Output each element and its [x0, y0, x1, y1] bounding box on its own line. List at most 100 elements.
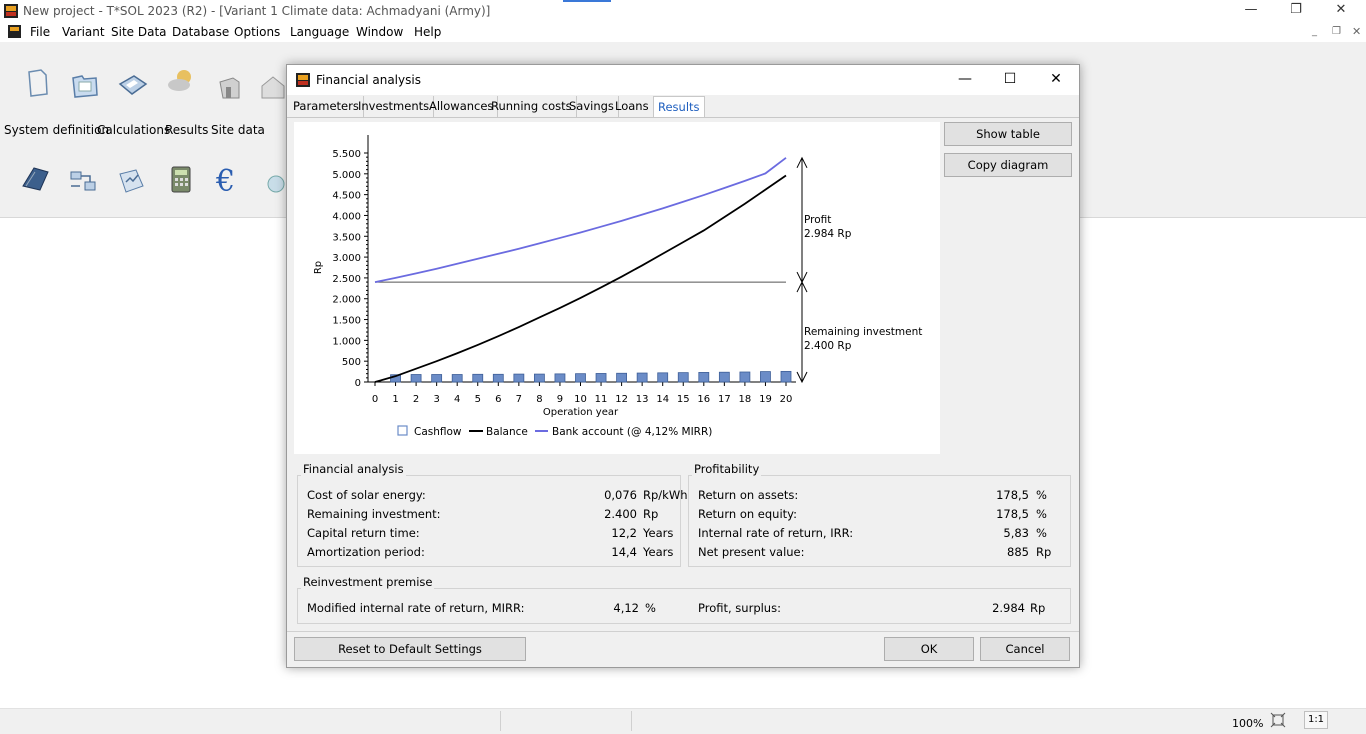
mirr-label: Modified internal rate of return, MIRR: — [307, 601, 525, 615]
pr-row-unit: % — [1036, 526, 1047, 540]
profit-surplus-value: 2.984 — [992, 601, 1025, 615]
cashflow-bar — [451, 374, 463, 383]
ok-button[interactable]: OK — [884, 637, 974, 661]
status-bar: 100% 1:1 — [0, 708, 1366, 734]
cashflow-bar — [492, 373, 504, 383]
y-tick-label: 3.500 — [332, 232, 361, 243]
fa-row-label: Remaining investment: — [307, 507, 441, 521]
y-axis-label: Rp — [313, 261, 324, 274]
menu-help[interactable]: Help — [414, 25, 441, 39]
mirr-value: 4,12 — [613, 601, 639, 615]
y-tick-label: 2.500 — [332, 274, 361, 285]
dialog-close-button[interactable]: ✕ — [1041, 71, 1071, 89]
cashflow-bar — [780, 370, 792, 383]
cashflow-bar — [698, 372, 710, 383]
y-tick-label: 4.000 — [332, 211, 361, 222]
cancel-button[interactable]: Cancel — [980, 637, 1070, 661]
cashflow-bar — [431, 374, 443, 383]
house-icon[interactable] — [258, 72, 288, 102]
climate-data-icon[interactable] — [165, 66, 195, 96]
dialog-footer-divider — [287, 631, 1079, 632]
menu-window[interactable]: Window — [356, 25, 403, 39]
save-icon[interactable] — [118, 70, 148, 100]
new-file-icon[interactable] — [22, 68, 52, 98]
copy-diagram-button[interactable]: Copy diagram — [944, 153, 1072, 177]
menu-options[interactable]: Options — [234, 25, 280, 39]
mdi-close-button[interactable]: ✕ — [1352, 25, 1361, 38]
tab-parameters[interactable]: Parameters — [289, 96, 364, 117]
pr-row-value: 178,5 — [996, 488, 1029, 502]
mdi-minimize-button[interactable]: _ — [1312, 26, 1317, 37]
x-tick-label: 6 — [495, 394, 501, 405]
menu-site-data[interactable]: Site Data — [111, 25, 167, 39]
reset-defaults-button[interactable]: Reset to Default Settings — [294, 637, 526, 661]
reinvestment-title: Reinvestment premise — [301, 575, 435, 589]
tab-investments[interactable]: Investments — [354, 96, 435, 117]
menu-database[interactable]: Database — [172, 25, 229, 39]
mode-system-definition[interactable]: System definition — [4, 123, 109, 137]
calculator-icon[interactable] — [166, 164, 196, 194]
app-restore-button[interactable]: ❐ — [1273, 2, 1319, 20]
dialog-title: Financial analysis — [316, 73, 421, 87]
y-tick-label: 2.000 — [332, 295, 361, 306]
menu-bar: File Variant Site Data Database Options … — [0, 22, 1366, 42]
x-tick-label: 7 — [516, 394, 522, 405]
pr-row-label: Return on assets: — [698, 488, 799, 502]
x-tick-label: 19 — [759, 394, 772, 405]
legend-balance: Balance — [486, 426, 528, 438]
show-table-button[interactable]: Show table — [944, 122, 1072, 146]
fit-screen-icon[interactable] — [1270, 712, 1286, 728]
y-tick-label: 1.000 — [332, 336, 361, 347]
mode-site-data[interactable]: Site data — [211, 123, 265, 137]
tab-loans[interactable]: Loans — [611, 96, 654, 117]
x-tick-label: 16 — [697, 394, 710, 405]
system-diagram-icon[interactable] — [68, 166, 98, 196]
status-divider — [500, 711, 501, 731]
legend-cashflow-swatch — [397, 425, 408, 436]
menu-language[interactable]: Language — [290, 25, 349, 39]
x-tick-label: 11 — [595, 394, 608, 405]
financial-analysis-title: Financial analysis — [301, 462, 406, 476]
tab-running-costs[interactable]: Running costs — [487, 96, 577, 117]
app-title: New project - T*SOL 2023 (R2) - [Variant… — [23, 4, 491, 18]
legend-bank-account: Bank account (@ 4,12% MIRR) — [552, 426, 712, 438]
tab-panel-border — [287, 117, 1079, 118]
pr-row-value: 5,83 — [1003, 526, 1029, 540]
app-logo-icon — [4, 4, 18, 18]
pr-row-label: Return on equity: — [698, 507, 798, 521]
fa-row-value: 0,076 — [604, 488, 637, 502]
collector-icon[interactable] — [20, 164, 50, 194]
dialog-maximize-button[interactable]: ☐ — [995, 71, 1025, 89]
chart-svg: 0 500 1.000 1.500 2.000 2.500 3.000 3.500 4.000 4… — [313, 135, 922, 438]
x-tick-label: 4 — [454, 394, 460, 405]
fa-row-unit: Years — [643, 526, 674, 540]
euro-icon[interactable]: € — [216, 164, 235, 199]
y-tick-label: 0 — [355, 378, 361, 389]
menu-file[interactable]: File — [30, 25, 50, 39]
pr-row-label: Internal rate of return, IRR: — [698, 526, 854, 540]
menu-variant[interactable]: Variant — [62, 25, 105, 39]
financial-analysis-dialog: Financial analysis — ☐ ✕ Parameters Inve… — [286, 64, 1080, 668]
open-folder-icon[interactable] — [70, 70, 100, 100]
mode-results[interactable]: Results — [165, 123, 208, 137]
y-tick-label: 1.500 — [332, 316, 361, 327]
app-close-button[interactable]: ✕ — [1318, 2, 1364, 20]
tab-results[interactable]: Results — [653, 96, 705, 117]
fa-row-label: Cost of solar energy: — [307, 488, 426, 502]
dialog-minimize-button[interactable]: — — [950, 71, 980, 89]
dialog-logo-icon — [296, 73, 310, 87]
cashflow-bar — [533, 373, 545, 383]
report-icon[interactable] — [116, 166, 146, 196]
x-tick-label: 1 — [392, 394, 398, 405]
x-axis-label: Operation year — [543, 407, 619, 418]
fa-row-value: 14,4 — [611, 545, 637, 559]
app-minimize-button[interactable]: — — [1228, 2, 1274, 20]
y-tick-label: 4.500 — [332, 191, 361, 202]
building-icon[interactable] — [215, 72, 245, 102]
mdi-restore-button[interactable]: ❐ — [1332, 26, 1341, 37]
fa-row-unit: Years — [643, 545, 674, 559]
zoom-ratio-button[interactable]: 1:1 — [1304, 711, 1328, 729]
mode-calculations[interactable]: Calculations — [97, 123, 170, 137]
x-tick-label: 17 — [718, 394, 731, 405]
cashflow-bar — [657, 372, 669, 383]
